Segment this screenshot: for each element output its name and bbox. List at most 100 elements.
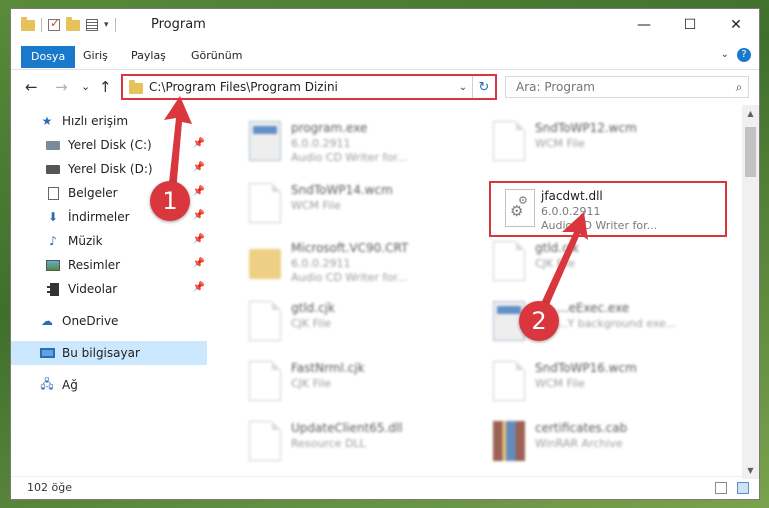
file-item[interactable]: SndToWP12.wcm WCM File bbox=[477, 115, 707, 169]
file-item[interactable]: SndToWP14.wcm WCM File bbox=[233, 177, 463, 231]
window-title: Program bbox=[151, 17, 206, 32]
address-path[interactable]: C:\Program Files\Program Dizini bbox=[149, 80, 454, 94]
file-type: CJK File bbox=[291, 377, 332, 390]
scroll-thumb[interactable] bbox=[745, 127, 756, 177]
pin-icon[interactable]: 📌 bbox=[193, 162, 205, 173]
file-item[interactable]: Microsoft.VC90.CRT 6.0.0.2911 Audio CD W… bbox=[233, 235, 463, 289]
highlighted-file-jfacdwt[interactable]: ⚙ ⚙ jfacdwt.dll 6.0.0.2911 Audio CD Writ… bbox=[489, 181, 727, 237]
item-count: 102 öğe bbox=[27, 481, 72, 494]
sidebar-item-onedrive[interactable]: ☁ OneDrive bbox=[11, 309, 207, 333]
file-name: certificates.cab bbox=[535, 421, 628, 435]
sidebar-item-label: İndirmeler bbox=[68, 210, 130, 224]
sidebar-item-local-disk-c[interactable]: Yerel Disk (C:) 📌 bbox=[11, 133, 207, 157]
sidebar-item-documents[interactable]: Belgeler 📌 bbox=[11, 181, 207, 205]
toolbar-divider bbox=[41, 18, 42, 32]
sidebar-item-music[interactable]: ♪ Müzik 📌 bbox=[11, 229, 207, 253]
file-item[interactable]: program.exe 6.0.0.2911 Audio CD Writer f… bbox=[233, 115, 463, 169]
file-item[interactable]: certificates.cab WinRAR Archive bbox=[477, 415, 707, 469]
toolbar-divider bbox=[114, 18, 116, 32]
file-item[interactable]: SndToWP16.wcm WCM File bbox=[477, 355, 707, 409]
file-name: ...eExec.exe bbox=[557, 301, 630, 315]
sidebar-item-downloads[interactable]: ⬇ İndirmeler 📌 bbox=[11, 205, 207, 229]
scroll-up-icon[interactable]: ▲ bbox=[742, 105, 759, 122]
file-name: UpdateClient65.dll bbox=[291, 421, 403, 435]
file-icon bbox=[249, 183, 281, 223]
file-icon bbox=[493, 361, 525, 401]
quick-access-toolbar: ▾ bbox=[21, 16, 116, 32]
maximize-button[interactable]: ☐ bbox=[667, 9, 713, 41]
list-properties-icon[interactable] bbox=[86, 19, 98, 31]
address-row: ← → ⌄ ↑ C:\Program Files\Program Dizini … bbox=[11, 69, 759, 105]
file-name: FastNrml.cjk bbox=[291, 361, 365, 375]
minimize-button[interactable]: — bbox=[621, 9, 667, 41]
search-input[interactable] bbox=[514, 79, 730, 95]
pin-icon[interactable]: 📌 bbox=[193, 258, 205, 269]
vertical-scrollbar[interactable]: ▲ ▼ bbox=[742, 105, 759, 479]
large-icons-view-icon[interactable] bbox=[737, 482, 749, 494]
file-name: SndToWP12.wcm bbox=[535, 121, 637, 135]
file-name: SndToWP16.wcm bbox=[535, 361, 637, 375]
pin-icon[interactable]: 📌 bbox=[193, 138, 205, 149]
new-folder-icon[interactable] bbox=[66, 16, 80, 31]
address-bar[interactable]: C:\Program Files\Program Dizini ⌄ ↻ bbox=[121, 74, 497, 100]
folder-icon bbox=[21, 16, 35, 31]
pictures-icon bbox=[45, 258, 61, 272]
sidebar-item-videos[interactable]: Videolar 📌 bbox=[11, 277, 207, 301]
file-name: gtld.cjk bbox=[535, 241, 579, 255]
address-dropdown-icon[interactable]: ⌄ bbox=[454, 82, 472, 93]
file-name: gtld.cjk bbox=[291, 301, 335, 315]
sidebar-item-label: Yerel Disk (C:) bbox=[68, 138, 152, 152]
properties-check-icon[interactable] bbox=[48, 16, 60, 31]
file-item[interactable]: gtld.cjk CJK File bbox=[477, 235, 707, 289]
file-item[interactable]: ...eExec.exe ...Y background exe... bbox=[477, 295, 707, 349]
forward-button[interactable]: → bbox=[55, 78, 68, 96]
title-bar: ▾ Program — ☐ ✕ bbox=[11, 9, 759, 41]
sidebar-item-label: Müzik bbox=[68, 234, 103, 248]
sidebar-item-this-pc[interactable]: Bu bilgisayar bbox=[11, 341, 207, 365]
pin-icon[interactable]: 📌 bbox=[193, 210, 205, 221]
pin-icon[interactable]: 📌 bbox=[193, 234, 205, 245]
file-list: program.exe 6.0.0.2911 Audio CD Writer f… bbox=[219, 105, 743, 479]
pin-icon[interactable]: 📌 bbox=[193, 282, 205, 293]
network-icon: 🖧 bbox=[40, 376, 54, 391]
customize-toolbar-dropdown-icon[interactable]: ▾ bbox=[104, 20, 109, 30]
file-type: WinRAR Archive bbox=[535, 437, 623, 450]
file-description: Audio CD Writer for... bbox=[291, 151, 408, 164]
status-bar: 102 öğe bbox=[11, 476, 759, 499]
search-icon[interactable]: ⌕ bbox=[730, 80, 748, 95]
sidebar-item-quick-access[interactable]: ★ Hızlı erişim bbox=[11, 109, 207, 133]
sidebar-item-network[interactable]: 🖧 Ağ bbox=[11, 373, 207, 397]
file-name: Microsoft.VC90.CRT bbox=[291, 241, 409, 255]
file-version: 6.0.0.2911 bbox=[541, 205, 601, 218]
drive-icon bbox=[45, 162, 61, 176]
help-icon[interactable]: ? bbox=[737, 48, 751, 62]
search-box[interactable]: ⌕ bbox=[505, 76, 749, 98]
star-icon: ★ bbox=[41, 114, 53, 128]
up-button[interactable]: ↑ bbox=[99, 78, 112, 96]
close-button[interactable]: ✕ bbox=[713, 9, 759, 41]
file-item[interactable]: ⚙ ⚙ jfacdwt.dll 6.0.0.2911 Audio CD Writ… bbox=[491, 183, 721, 237]
sidebar-item-local-disk-d[interactable]: Yerel Disk (D:) 📌 bbox=[11, 157, 207, 181]
sidebar-item-label: Ağ bbox=[62, 378, 78, 392]
tab-view[interactable]: Görünüm bbox=[181, 45, 252, 67]
tab-home[interactable]: Giriş bbox=[73, 45, 118, 67]
cloud-icon: ☁ bbox=[41, 314, 53, 328]
pin-icon[interactable]: 📌 bbox=[193, 186, 205, 197]
tab-share[interactable]: Paylaş bbox=[121, 45, 176, 67]
file-item[interactable]: gtld.cjk CJK File bbox=[233, 295, 463, 349]
sidebar-item-pictures[interactable]: Resimler 📌 bbox=[11, 253, 207, 277]
file-name: jfacdwt.dll bbox=[541, 189, 603, 203]
file-description: Audio CD Writer for... bbox=[291, 271, 408, 284]
sidebar-item-label: Hızlı erişim bbox=[62, 114, 129, 128]
sidebar-item-label: Yerel Disk (D:) bbox=[68, 162, 153, 176]
details-view-icon[interactable] bbox=[715, 482, 727, 494]
drive-icon bbox=[45, 138, 61, 152]
recent-locations-button[interactable]: ⌄ bbox=[81, 80, 90, 93]
refresh-icon[interactable]: ↻ bbox=[472, 76, 495, 98]
download-arrow-icon: ⬇ bbox=[47, 210, 59, 224]
file-item[interactable]: FastNrml.cjk CJK File bbox=[233, 355, 463, 409]
back-button[interactable]: ← bbox=[25, 78, 38, 96]
file-item[interactable]: UpdateClient65.dll Resource DLL bbox=[233, 415, 463, 469]
expand-ribbon-icon[interactable]: ⌄ bbox=[721, 49, 729, 60]
tab-file[interactable]: Dosya bbox=[21, 46, 76, 68]
